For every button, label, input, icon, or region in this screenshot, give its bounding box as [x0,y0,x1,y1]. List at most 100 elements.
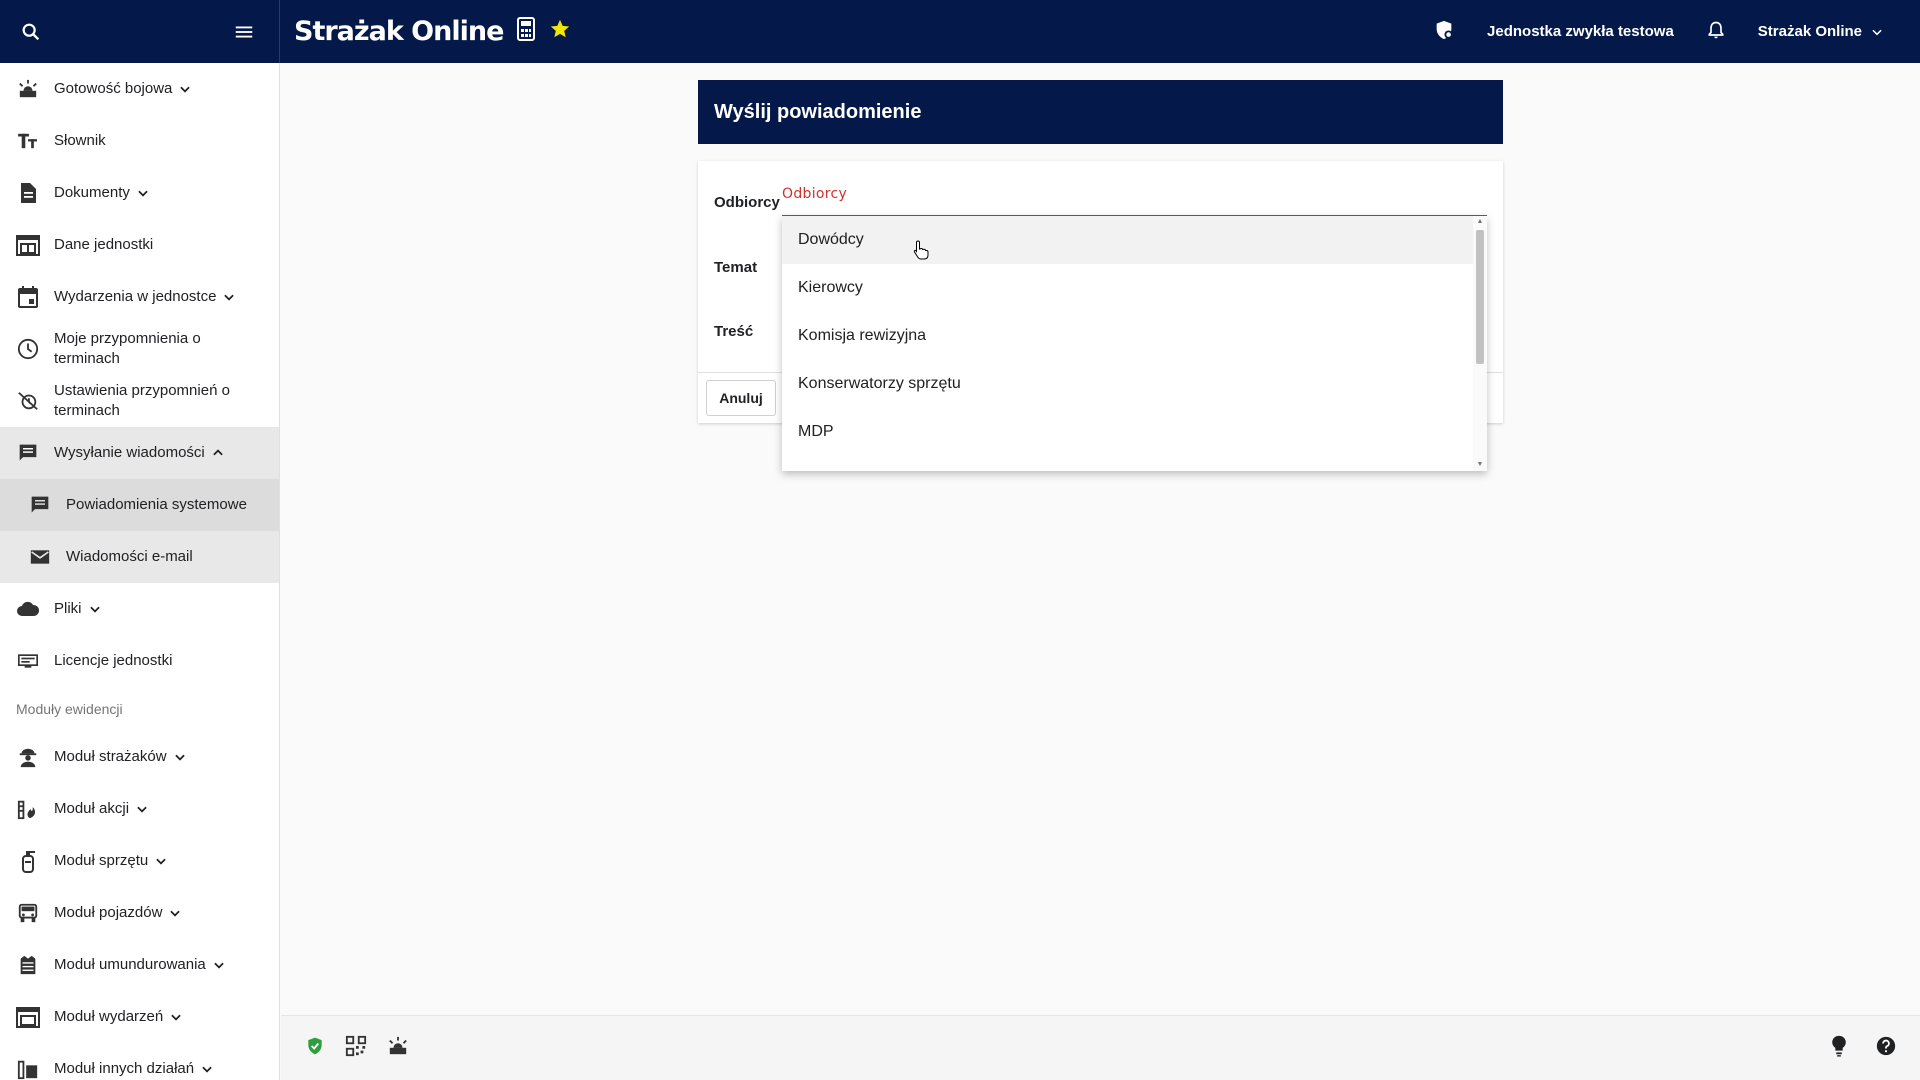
top-bar-left [0,0,280,63]
user-menu-label: Strażak Online [1757,23,1862,40]
sidebar-item-label: Powiadomienia systemowe [66,496,247,513]
qr-code-icon[interactable] [345,1035,367,1062]
chevron-down-icon [200,1062,214,1076]
sidebar-item-modul-akcji[interactable]: Moduł akcji [0,783,279,835]
content-label: Treść [714,323,754,340]
clock-icon [16,337,40,361]
message-icon [28,493,52,517]
sidebar-item-label: Dokumenty [54,184,130,201]
sidebar-item-dane-jednostki[interactable]: Dane jednostki [0,219,279,271]
sidebar-item-label: Ustawienia przypomnień o terminach [54,382,230,419]
mail-icon [28,545,52,569]
message-icon [16,441,40,465]
uniform-icon [16,953,40,977]
top-bar: Strażak Online Jednostka zwykła testowa … [0,0,1920,63]
sidebar-item-label: Moduł wydarzeń [54,1008,164,1025]
sidebar-item-label: Słownik [54,132,106,149]
recipients-select[interactable]: Odbiorcy [782,185,1487,217]
sidebar-item-ustawienia-przypomnien[interactable]: Ustawienia przypomnień o terminach [0,375,279,427]
chevron-down-icon [212,958,226,972]
brand[interactable]: Strażak Online [294,16,571,47]
sidebar-item-label: Licencje jednostki [54,652,173,669]
alarm-icon[interactable] [387,1036,409,1061]
sidebar-item-label: Wysyłanie wiadomości [54,444,205,461]
sidebar-item-modul-pojazdow[interactable]: Moduł pojazdów [0,887,279,939]
sidebar-item-label: Moduł pojazdów [54,904,163,921]
sidebar-item-modul-umundurowania[interactable]: Moduł umundurowania [0,939,279,991]
sidebar-item-label: Gotowość bojowa [54,80,173,97]
sidebar-item-przypomnienia[interactable]: Moje przypomnienia o terminach [0,323,279,375]
sidebar-item-powiadomienia-systemowe[interactable]: Powiadomienia systemowe [0,479,279,531]
section-title-moduly: Moduły ewidencji [16,701,123,717]
firefighter-icon [16,745,40,769]
help-icon[interactable] [1876,1036,1896,1061]
alarm-off-icon [16,389,40,413]
main-content: Wyślij powiadomienie Odbiorcy Odbiorcy T… [281,63,1920,1015]
recipients-placeholder: Odbiorcy [782,186,848,202]
chevron-up-icon [211,446,225,460]
chevron-down-icon [154,854,168,868]
option-mdp[interactable]: MDP [782,408,1473,456]
sidebar-item-label: Pliki [54,600,82,617]
alarm-icon [16,77,40,101]
sidebar-item-label: Moduł sprzętu [54,852,149,869]
chevron-down-icon [222,290,236,304]
sidebar-item-slownik[interactable]: Słownik [0,115,279,167]
menu-icon[interactable] [233,21,255,43]
dialog-title: Wyślij powiadomienie [698,80,1503,144]
sidebar-item-label: Moduł akcji [54,800,130,817]
sidebar-item-label: Moduł innych działań [54,1060,195,1077]
chevron-down-icon [1872,29,1882,35]
chevron-down-icon [169,1010,183,1024]
sidebar-item-modul-strazakow[interactable]: Moduł strażaków [0,731,279,783]
truck-icon [16,901,40,925]
chevron-down-icon [178,82,192,96]
hand-cursor-icon [913,240,929,265]
scroll-thumb[interactable] [1476,230,1484,364]
unit-name[interactable]: Jednostka zwykła testowa [1487,23,1674,40]
option-komisja-rewizyjna[interactable]: Komisja rewizyjna [782,312,1473,360]
top-bar-right: Jednostka zwykła testowa Strażak Online [1433,19,1920,45]
sidebar-item-label: Moje przypomnienia o terminach [54,330,201,367]
search-icon[interactable] [20,21,42,43]
sidebar-item-gotowosc[interactable]: Gotowość bojowa [0,63,279,115]
sidebar-item-pliki[interactable]: Pliki [0,583,279,635]
chevron-down-icon [135,802,149,816]
recipients-dropdown: Dowódcy Kierowcy Komisja rewizyjna Konse… [782,216,1487,471]
sidebar-item-wiadomosci-email[interactable]: Wiadomości e-mail [0,531,279,583]
license-icon [16,649,40,673]
option-kierowcy[interactable]: Kierowcy [782,264,1473,312]
scroll-up-arrow-icon[interactable]: ▲ [1476,218,1484,226]
star-icon[interactable] [549,18,571,45]
lightbulb-icon[interactable] [1830,1035,1848,1062]
sidebar-item-modul-sprzetu[interactable]: Moduł sprzętu [0,835,279,887]
text-size-icon [16,129,40,153]
shield-check-icon[interactable] [305,1035,325,1062]
sidebar-item-label: Moduł umundurowania [54,956,206,973]
option-dowodcy[interactable]: Dowódcy [782,216,1473,264]
sidebar-item-modul-wydarzen[interactable]: Moduł wydarzeń [0,991,279,1043]
bottom-bar [281,1015,1920,1080]
user-menu[interactable]: Strażak Online [1758,23,1884,40]
dropdown-scrollbar[interactable]: ▲ ▼ [1473,216,1487,471]
sidebar-item-wysylanie-wiadomosci[interactable]: Wysyłanie wiadomości [0,427,279,479]
brand-name: Strażak Online [294,16,504,47]
sidebar-item-label: Moduł strażaków [54,748,167,765]
cancel-button[interactable]: Anuluj [706,380,776,416]
calculator-icon[interactable] [517,17,536,46]
sidebar-item-dokumenty[interactable]: Dokumenty [0,167,279,219]
document-icon [16,181,40,205]
sidebar-item-label: Dane jednostki [54,236,154,253]
chevron-down-icon [173,750,187,764]
bottom-bar-right [1830,1016,1896,1080]
sidebar-item-licencje[interactable]: Licencje jednostki [0,635,279,687]
chevron-down-icon [168,906,182,920]
recipients-label: Odbiorcy [714,194,780,211]
option-konserwatorzy-sprzetu[interactable]: Konserwatorzy sprzętu [782,360,1473,408]
event-icon [16,1005,40,1029]
bell-icon[interactable] [1706,19,1726,45]
sidebar-item-modul-innych-dzialan[interactable]: Moduł innych działań [0,1043,279,1080]
scroll-down-arrow-icon[interactable]: ▼ [1476,461,1484,469]
sidebar-item-wydarzenia[interactable]: Wydarzenia w jednostce [0,271,279,323]
shield-settings-icon[interactable] [1433,19,1455,45]
